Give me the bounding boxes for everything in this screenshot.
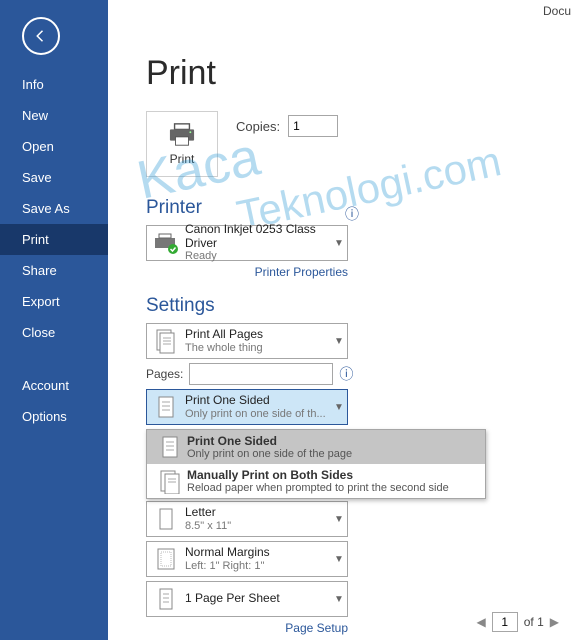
pages-icon (147, 328, 185, 354)
printer-info-icon[interactable]: ⓘ (345, 204, 359, 224)
sides-dropdown-flyout: Print One Sided Only print on one side o… (146, 429, 486, 499)
sides-option-manual-both[interactable]: Manually Print on Both Sides Reload pape… (147, 464, 485, 498)
print-panel: Docu Kaca Teknologi.com Print Print Copi… (108, 0, 577, 640)
copies-input[interactable] (288, 115, 338, 137)
pages-info-icon[interactable]: ⓘ (339, 364, 353, 384)
printer-status: Ready (185, 250, 331, 263)
settings-heading: Settings (146, 295, 577, 317)
margins-icon (147, 546, 185, 572)
sidebar-item-save[interactable]: Save (0, 162, 108, 193)
page-single-icon (153, 434, 187, 460)
page-duplex-icon (153, 468, 187, 494)
printer-properties-link[interactable]: Printer Properties (146, 261, 348, 279)
pages-label: Pages: (146, 367, 183, 381)
page-setup-link[interactable]: Page Setup (146, 617, 348, 635)
sidebar-item-export[interactable]: Export (0, 286, 108, 317)
current-page-input[interactable] (492, 612, 518, 632)
print-pages-select[interactable]: Print All Pages The whole thing ▼ (146, 323, 348, 359)
sidebar-item-options[interactable]: Options (0, 401, 108, 432)
sidebar-item-close[interactable]: Close (0, 317, 108, 348)
sides-select[interactable]: Print One Sided Only print on one side o… (146, 389, 348, 425)
chevron-down-icon: ▼ (331, 238, 347, 249)
print-button-label: Print (170, 152, 195, 166)
copies-label: Copies: (236, 119, 280, 134)
pages-per-sheet-select[interactable]: 1 Page Per Sheet ▼ (146, 581, 348, 617)
printer-heading: Printer (146, 197, 577, 219)
page-count-label: of 1 (524, 615, 544, 629)
back-button[interactable] (22, 17, 60, 55)
chevron-down-icon: ▼ (331, 402, 347, 413)
sidebar-item-save-as[interactable]: Save As (0, 193, 108, 224)
page-navigator: ◀ of 1 ▶ (477, 612, 559, 632)
paper-size-select[interactable]: Letter 8.5" x 11" ▼ (146, 501, 348, 537)
page-per-sheet-icon (147, 586, 185, 612)
printer-icon (167, 122, 197, 148)
page-title: Print (146, 54, 577, 93)
printer-status-icon (147, 232, 185, 254)
sidebar-item-info[interactable]: Info (0, 69, 108, 100)
sidebar-item-print[interactable]: Print (0, 224, 108, 255)
sidebar-item-account[interactable]: Account (0, 370, 108, 401)
page-blank-icon (147, 506, 185, 532)
chevron-down-icon: ▼ (331, 594, 347, 605)
backstage-sidebar: Info New Open Save Save As Print Share E… (0, 0, 108, 640)
next-page-button[interactable]: ▶ (550, 615, 559, 629)
sidebar-item-share[interactable]: Share (0, 255, 108, 286)
arrow-left-icon (32, 27, 50, 45)
pages-input[interactable] (189, 363, 333, 385)
chevron-down-icon: ▼ (331, 514, 347, 525)
page-single-icon (147, 394, 185, 420)
print-button[interactable]: Print (146, 111, 218, 177)
document-title-fragment: Docu (543, 4, 571, 18)
chevron-down-icon: ▼ (331, 554, 347, 565)
margins-select[interactable]: Normal Margins Left: 1" Right: 1" ▼ (146, 541, 348, 577)
chevron-down-icon: ▼ (331, 336, 347, 347)
printer-name: Canon Inkjet 0253 Class Driver (185, 223, 331, 251)
printer-select[interactable]: Canon Inkjet 0253 Class Driver Ready ▼ (146, 225, 348, 261)
sidebar-item-new[interactable]: New (0, 100, 108, 131)
sidebar-item-open[interactable]: Open (0, 131, 108, 162)
prev-page-button[interactable]: ◀ (477, 615, 486, 629)
sides-option-one-sided[interactable]: Print One Sided Only print on one side o… (147, 430, 485, 464)
